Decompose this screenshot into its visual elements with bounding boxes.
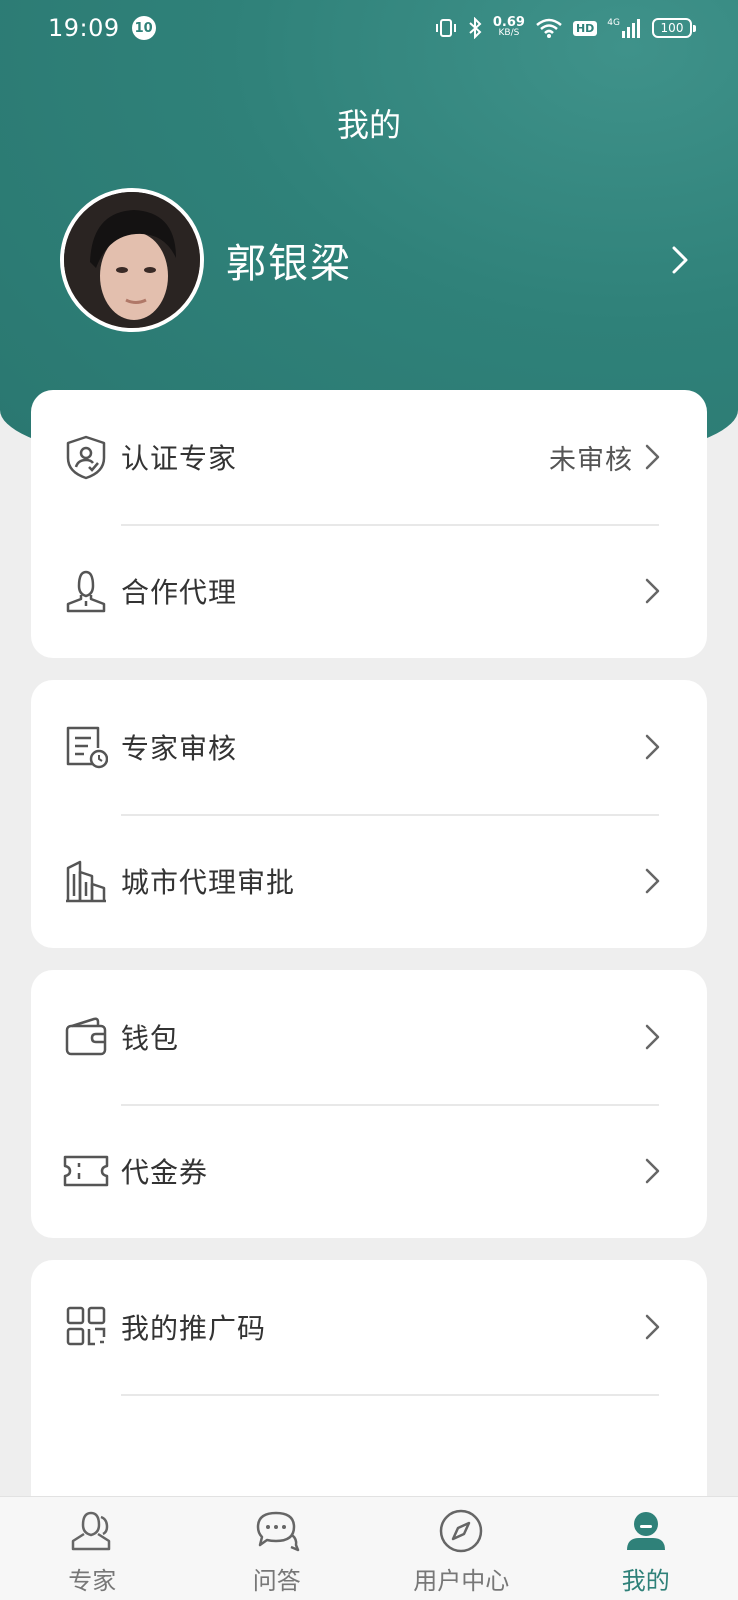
menu-item-voucher[interactable]: 代金券 [31,1104,707,1238]
person-icon [63,568,109,614]
experts-icon [68,1507,116,1555]
network-speed: 0.69 KB/S [493,16,525,39]
chevron-right-icon [643,576,667,606]
page-title: 我的 [336,106,401,144]
hd-badge: HD [572,20,598,36]
menu-cards: 认证专家 未审核 合作代理 专家审核 城市代理审批 钱包 代金券 我的推广码 [31,390,707,1550]
network-type: 4G [607,18,620,28]
menu-card-promo: 我的推广码 [31,1260,707,1528]
chevron-right-icon [643,1312,667,1342]
tab-label: 我的 [621,1567,670,1595]
menu-item-wallet[interactable]: 钱包 [31,970,707,1104]
menu-card-review: 专家审核 城市代理审批 [31,680,707,948]
document-clock-icon [63,724,109,770]
status-time: 19:09 [48,14,120,42]
avatar-portrait [64,192,200,328]
bluetooth-icon [469,17,482,39]
notification-badge: 10 [131,16,156,40]
wallet-icon [63,1014,109,1060]
bottom-tab-bar: 专家 问答 用户中心 我的 [0,1496,738,1600]
cert-status-value: 未审核 [549,444,633,476]
menu-item-label: 城市代理审批 [121,866,296,899]
ticket-icon [63,1148,109,1194]
status-icons: 0.69 KB/S HD 4G 100 [435,16,696,39]
menu-item-label: 钱包 [121,1022,180,1055]
qr-code-icon [63,1304,109,1350]
menu-item-city-agent-approval[interactable]: 城市代理审批 [31,814,707,948]
user-active-icon [622,1507,670,1555]
tab-label: 专家 [68,1567,117,1595]
menu-item-expert-review[interactable]: 专家审核 [31,680,707,814]
menu-card-certification: 认证专家 未审核 合作代理 [31,390,707,658]
tab-experts[interactable]: 专家 [0,1497,185,1600]
tab-mine[interactable]: 我的 [554,1497,738,1600]
profile-row[interactable]: 郭银梁 [60,188,690,332]
menu-item-label: 代金券 [121,1156,209,1189]
signal-bars-icon [622,19,640,38]
profile-name: 郭银梁 [226,241,352,287]
buildings-icon [63,858,109,904]
tab-qa[interactable]: 问答 [185,1497,370,1600]
menu-item-cert-expert[interactable]: 认证专家 未审核 [31,390,707,524]
battery: 100 [652,18,696,38]
menu-item-label: 我的推广码 [121,1312,267,1345]
avatar[interactable] [60,188,204,332]
menu-card-finance: 钱包 代金券 [31,970,707,1238]
chevron-right-icon [672,246,688,274]
chevron-right-icon [643,1156,667,1186]
menu-item-label: 专家审核 [121,732,238,765]
chat-bubbles-icon [253,1507,301,1555]
signal: 4G [607,18,642,38]
chevron-right-icon [643,732,667,762]
tab-label: 问答 [252,1567,301,1595]
tab-label: 用户中心 [413,1567,510,1595]
menu-item-partner-agent[interactable]: 合作代理 [31,524,707,658]
menu-item-label: 认证专家 [121,442,238,475]
chevron-right-icon [643,1022,667,1052]
wifi-icon [536,18,562,38]
status-bar: 19:09 10 0.69 KB/S HD 4G 100 [0,0,738,56]
compass-icon [437,1507,485,1555]
vibrate-icon [435,19,456,37]
menu-item-promo-code[interactable]: 我的推广码 [31,1260,707,1394]
chevron-right-icon [643,866,667,896]
menu-item-label: 合作代理 [121,576,238,609]
shield-user-icon [63,434,109,480]
tab-user-center[interactable]: 用户中心 [369,1497,554,1600]
chevron-right-icon [643,442,667,472]
